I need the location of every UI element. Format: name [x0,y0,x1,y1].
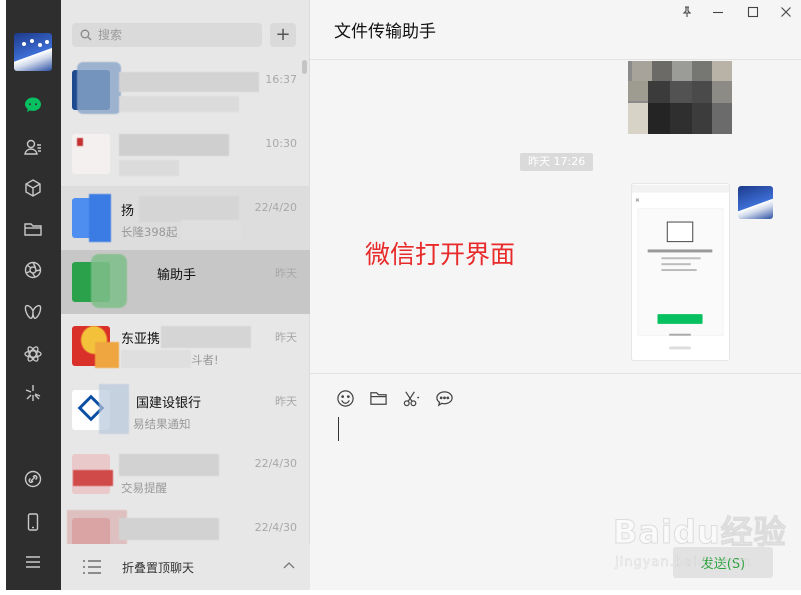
user-avatar[interactable] [14,33,52,71]
conversation-time: 昨天 [275,331,297,344]
conversation-pane: + 16:37 10:30 扬 22/4/20 [61,0,310,590]
conversation-avatar [72,198,110,238]
conversation-time: 10:30 [265,137,297,150]
watermark: Baidu经验 jingyan.baidu.com [613,507,788,579]
conversation-time: 16:37 [265,73,297,86]
scissors-icon[interactable] [400,387,422,409]
search-input[interactable] [98,28,248,42]
conversation-preview: 易结果通知 [133,417,191,431]
conversation-avatar [72,262,110,302]
conversation-item[interactable]: 国建设银行 昨天 易结果通知 [61,378,310,442]
butterfly-icon[interactable] [20,299,46,325]
chat-history-icon[interactable] [433,387,455,409]
folder-icon[interactable] [367,387,389,409]
fold-pinned-bar[interactable]: 折叠置顶聊天 [61,544,310,590]
conversation-item-active[interactable]: 输助手 昨天 [61,250,310,314]
conversation-name: 东亚携 [121,332,161,347]
message-image[interactable] [628,61,732,134]
cube-icon[interactable] [20,175,46,201]
search-box[interactable] [72,23,262,47]
phone-icon[interactable] [20,509,46,535]
conversation-time: 22/4/30 [254,521,297,534]
conversation-item[interactable]: 东亚携 昨天 斗者! [61,314,310,378]
conversation-avatar [72,326,110,366]
chevron-up-icon[interactable] [282,559,296,573]
aperture-icon[interactable] [20,257,46,283]
conversation-preview: 斗者! [191,353,219,367]
conversation-preview: 交易提醒 [121,481,167,495]
message-area: 昨天 17:26 微信打开界面 [310,61,801,373]
add-chat-button[interactable]: + [270,23,296,47]
nav-rail [6,0,61,590]
contacts-icon[interactable] [20,134,46,160]
pin-icon[interactable] [676,3,698,21]
conversation-name: 输助手 [157,268,197,283]
maximize-icon[interactable] [742,3,764,21]
close-icon[interactable] [775,3,797,21]
emoji-icon[interactable] [334,387,356,409]
conversation-avatar [72,134,110,174]
conversation-list: 16:37 10:30 扬 22/4/20 长隆398起 输助手 昨天 东亚携 … [61,58,310,544]
chat-title: 文件传输助手 [334,22,436,42]
list-scrollbar[interactable] [302,60,307,74]
atom-icon[interactable] [20,341,46,367]
conversation-time: 昨天 [275,395,297,408]
folder-icon[interactable] [20,216,46,242]
menu-icon[interactable] [20,549,46,575]
link-icon[interactable] [20,466,46,492]
list-icon [83,560,101,574]
annotation-text: 微信打开界面 [365,240,516,269]
conversation-avatar [72,390,110,430]
conversation-avatar [72,454,110,494]
chat-bubble-icon[interactable] [20,92,46,118]
conversation-item[interactable]: 22/4/30 [61,506,310,544]
chat-header: 文件传输助手 [310,0,801,60]
conversation-item[interactable]: 16:37 [61,58,310,122]
fold-pinned-label: 折叠置顶聊天 [122,560,195,575]
conversation-name: 扬 [121,204,135,219]
conversation-preview: 长隆398起 [121,225,178,239]
conversation-avatar [72,70,110,110]
input-toolbar [334,387,455,409]
page-bottom-margin [0,590,801,595]
chat-pane: 文件传输助手 昨天 17:26 微信打开界面 发送(S) Baidu经验 jin… [310,0,801,590]
my-avatar[interactable] [738,186,773,219]
conversation-item[interactable]: 扬 22/4/20 长隆398起 [61,186,310,250]
sparkle-icon[interactable] [20,380,46,406]
watermark-text: Baidu经验 [613,513,787,552]
watermark-url: jingyan.baidu.com [615,555,752,571]
conversation-time: 22/4/20 [254,201,297,214]
conversation-item[interactable]: 22/4/30 交易提醒 [61,442,310,506]
conversation-name: 国建设银行 [136,396,202,411]
conversation-time: 22/4/30 [254,457,297,470]
conversation-avatar [72,518,110,544]
minimize-icon[interactable] [707,3,729,21]
input-area: 发送(S) Baidu经验 jingyan.baidu.com [310,373,801,590]
message-timestamp: 昨天 17:26 [520,153,594,171]
search-icon [80,29,92,41]
conversation-time: 昨天 [275,267,297,280]
message-image-screenshot[interactable] [631,183,730,361]
conversation-item[interactable]: 10:30 [61,122,310,186]
bank-logo-icon [77,394,105,422]
